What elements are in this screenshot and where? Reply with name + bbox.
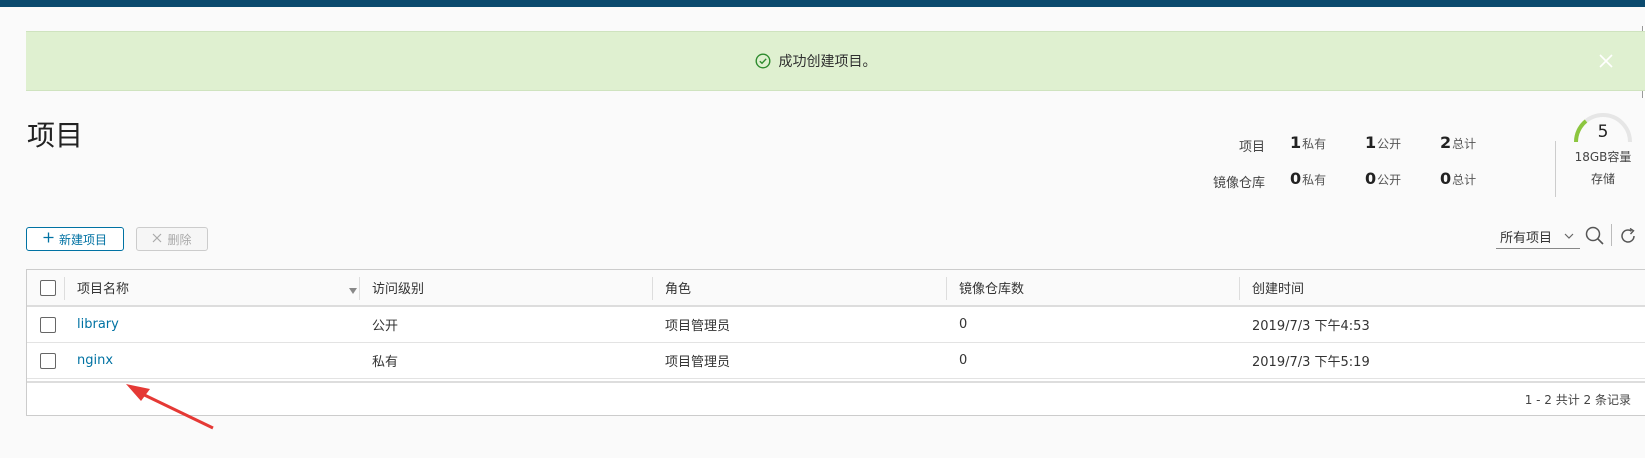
- creation-time: 2019/7/3 下午5:19: [1252, 355, 1370, 370]
- stat-number: 1: [1290, 133, 1302, 152]
- row-checkbox[interactable]: [40, 353, 56, 369]
- success-alert: 成功创建项目。: [26, 31, 1645, 91]
- stat-unit: 公开: [1377, 137, 1402, 151]
- stat-number: 0: [1290, 169, 1302, 188]
- new-project-button[interactable]: 新建项目: [26, 227, 124, 251]
- repo-count: 0: [959, 353, 968, 368]
- stat-private: 1 私有: [1290, 133, 1326, 152]
- table-pagination: 1 - 2 共计 2 条记录: [27, 381, 1645, 415]
- stat-public: 1 公开: [1365, 133, 1401, 152]
- alert-content: 成功创建项目。: [754, 51, 877, 71]
- column-header-repos[interactable]: 镜像仓库数: [959, 270, 1024, 305]
- alert-message: 成功创建项目。: [778, 54, 877, 70]
- stat-unit: 公开: [1377, 173, 1402, 187]
- role: 项目管理员: [665, 319, 731, 334]
- column-header-role[interactable]: 角色: [665, 270, 691, 305]
- storage-gauge: 5 18GB容量 存储: [1568, 108, 1638, 188]
- stat-number: 0: [1365, 169, 1377, 188]
- stat-label: 项目: [1238, 140, 1265, 155]
- table-row: nginx 私有 项目管理员 0 2019/7/3 下午5:19: [27, 343, 1645, 379]
- access-level: 私有: [372, 355, 399, 370]
- plus-icon: [43, 232, 54, 246]
- stat-number: 2: [1440, 133, 1452, 152]
- delete-label: 删除: [167, 232, 192, 247]
- storage-label: 存储: [1590, 172, 1615, 186]
- row-checkbox[interactable]: [40, 317, 56, 333]
- project-name-link[interactable]: nginx: [77, 343, 113, 378]
- column-divider: [359, 277, 360, 300]
- filter-icon[interactable]: [347, 282, 359, 294]
- stat-unit: 私有: [1302, 137, 1327, 151]
- column-header-name[interactable]: 项目名称: [77, 270, 129, 305]
- creation-time: 2019/7/3 下午4:53: [1252, 319, 1370, 334]
- stat-number: 0: [1440, 169, 1452, 188]
- stat-unit: 私有: [1302, 173, 1327, 187]
- page-title: 项目: [27, 119, 84, 152]
- storage-caption: 18GB容量 存储: [1568, 146, 1638, 190]
- toolbar-divider: [1611, 224, 1612, 246]
- column-header-access[interactable]: 访问级别: [372, 270, 424, 305]
- column-divider: [1239, 277, 1240, 300]
- repo-count: 0: [959, 317, 968, 332]
- project-name-link[interactable]: library: [77, 307, 119, 342]
- access-level: 公开: [372, 319, 399, 334]
- table-header: 项目名称 访问级别 角色 镜像仓库数 创建时间: [27, 270, 1645, 307]
- role: 项目管理员: [665, 355, 731, 370]
- top-header-bar: [0, 0, 1645, 7]
- chevron-down-icon: [1562, 229, 1576, 243]
- column-header-created[interactable]: 创建时间: [1252, 270, 1304, 305]
- close-icon: [152, 232, 162, 246]
- stat-unit: 总计: [1452, 173, 1477, 187]
- stat-unit: 总计: [1452, 137, 1477, 151]
- column-divider: [946, 277, 947, 300]
- column-divider: [64, 277, 65, 300]
- stats-divider: [1555, 141, 1556, 197]
- close-icon[interactable]: [1595, 50, 1617, 72]
- stat-label: 镜像仓库: [1212, 176, 1265, 191]
- stat-number: 1: [1365, 133, 1377, 152]
- filter-select-value: 所有项目: [1500, 231, 1553, 246]
- delete-button[interactable]: 删除: [136, 227, 208, 251]
- stat-private: 0 私有: [1290, 169, 1326, 188]
- table-row: library 公开 项目管理员 0 2019/7/3 下午4:53: [27, 307, 1645, 343]
- search-icon[interactable]: [1584, 225, 1606, 247]
- refresh-icon[interactable]: [1617, 225, 1639, 247]
- stat-public: 0 公开: [1365, 169, 1401, 188]
- select-all-checkbox[interactable]: [40, 280, 56, 296]
- projects-table: 项目名称 访问级别 角色 镜像仓库数 创建时间 library 公开 项目管理员…: [26, 269, 1645, 416]
- stat-total: 0 总计: [1440, 169, 1476, 188]
- check-circle-icon: [754, 53, 771, 69]
- storage-capacity: 18GB容量: [1574, 150, 1632, 164]
- project-filter-select[interactable]: 所有项目: [1496, 225, 1580, 249]
- storage-count: 5: [1597, 122, 1609, 142]
- column-divider: [652, 277, 653, 300]
- stat-total: 2 总计: [1440, 133, 1476, 152]
- new-project-label: 新建项目: [58, 232, 107, 247]
